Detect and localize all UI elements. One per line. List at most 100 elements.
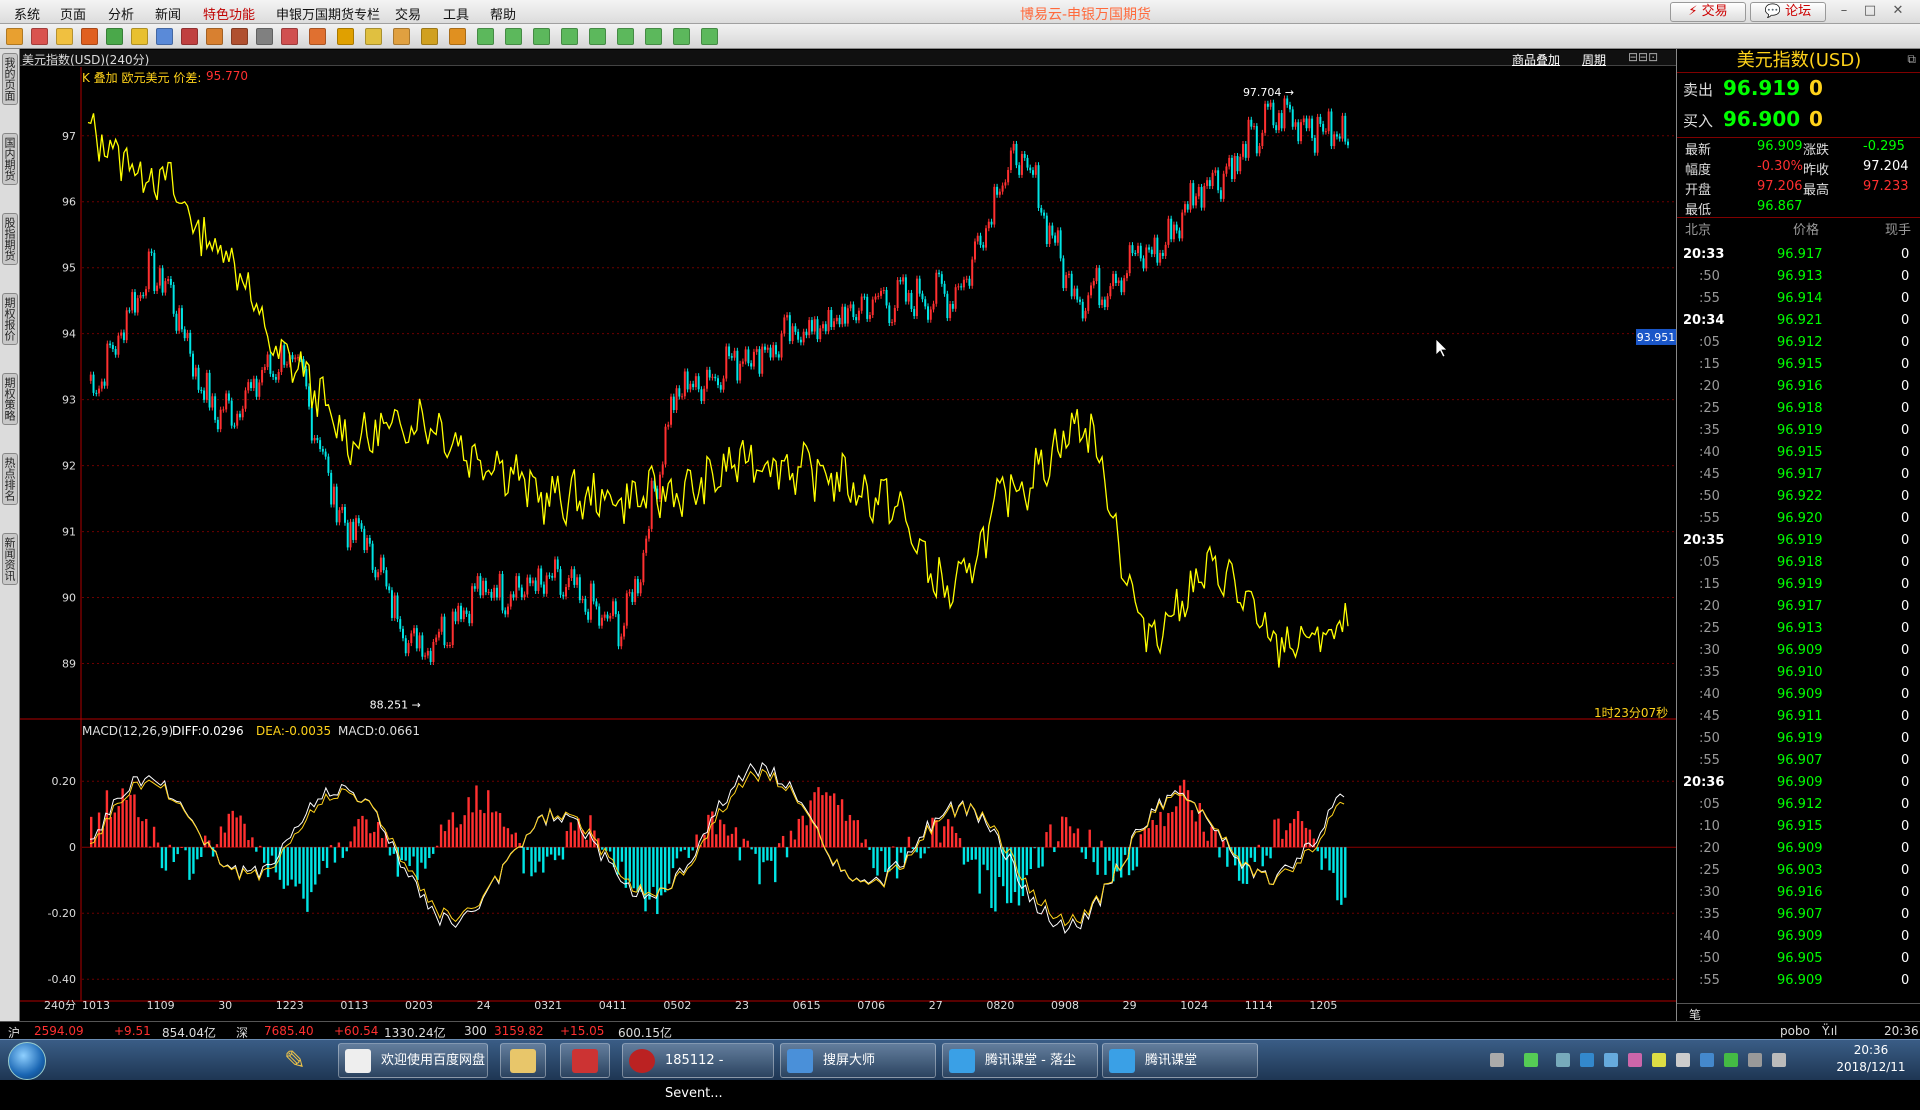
task-seventy[interactable]: 185112 - Sevent... <box>622 1043 774 1101</box>
tick-row[interactable]: :05 96.912 0 <box>1677 795 1920 817</box>
task-file-explorer[interactable] <box>500 1043 546 1078</box>
period-240-icon[interactable] <box>645 28 662 45</box>
year-icon[interactable] <box>701 28 718 45</box>
minimize-icon[interactable]: – <box>1834 3 1854 19</box>
refresh-icon[interactable] <box>106 28 123 45</box>
tick-row[interactable]: :50 96.919 0 <box>1677 729 1920 751</box>
tick-row[interactable]: :05 96.918 0 <box>1677 553 1920 575</box>
zoom-in-icon[interactable] <box>131 28 148 45</box>
period-60-icon[interactable] <box>617 28 634 45</box>
month-icon[interactable] <box>421 28 438 45</box>
maximize-icon[interactable]: □ <box>1860 3 1880 19</box>
menu-special[interactable]: 特色功能 <box>203 4 255 23</box>
tick-row[interactable]: :45 96.911 0 <box>1677 707 1920 729</box>
tray-app-icon[interactable] <box>1604 1053 1618 1067</box>
tray-app-icon[interactable] <box>1628 1053 1642 1067</box>
menu-analysis[interactable]: 分析 <box>108 4 134 23</box>
tick-row[interactable]: :40 96.915 0 <box>1677 443 1920 465</box>
task-baidu-netdisk[interactable]: 欢迎使用百度网盘 <box>338 1043 488 1078</box>
volume-icon[interactable] <box>1676 1053 1690 1067</box>
bookmark-icon[interactable] <box>81 28 98 45</box>
tick-row[interactable]: :05 96.912 0 <box>1677 333 1920 355</box>
day-icon[interactable] <box>365 28 382 45</box>
start-button[interactable] <box>8 1042 46 1080</box>
chart-icon[interactable] <box>309 28 326 45</box>
chart-area[interactable]: 美元指数(USD)(240分) 商品叠加 周期 ⊟⊟⊡ K 叠加 欧元美元 价差… <box>20 49 1676 1021</box>
tick-row[interactable]: :55 96.907 0 <box>1677 751 1920 773</box>
zoom-out-icon[interactable] <box>156 28 173 45</box>
quarter-icon[interactable] <box>449 28 466 45</box>
tick-row[interactable]: :20 96.916 0 <box>1677 377 1920 399</box>
tick-row[interactable]: :35 96.907 0 <box>1677 905 1920 927</box>
week-icon[interactable] <box>393 28 410 45</box>
side-tab-my-page[interactable]: 我的页面 <box>2 53 18 105</box>
tick-row[interactable]: 20:36 96.909 0 <box>1677 773 1920 795</box>
tick-row[interactable]: 20:33 96.917 0 <box>1677 245 1920 267</box>
tick-row[interactable]: :45 96.917 0 <box>1677 465 1920 487</box>
paint-icon[interactable] <box>231 28 248 45</box>
tray-app-icon[interactable] <box>1580 1053 1594 1067</box>
filter-icon[interactable] <box>256 28 273 45</box>
tick-row[interactable]: :35 96.919 0 <box>1677 421 1920 443</box>
forum-button[interactable]: 💬 论坛 <box>1750 2 1826 22</box>
battery-icon[interactable] <box>1524 1053 1538 1067</box>
tray-app-icon[interactable] <box>1652 1053 1666 1067</box>
period-1-icon[interactable] <box>477 28 494 45</box>
side-tab-news[interactable]: 新闻资讯 <box>2 533 18 585</box>
side-tab-option-quotes[interactable]: 期权报价 <box>2 293 18 345</box>
back-icon[interactable] <box>6 28 23 45</box>
side-tab-index-futures[interactable]: 股指期货 <box>2 213 18 265</box>
tick-row[interactable]: :30 96.916 0 <box>1677 883 1920 905</box>
tick-row[interactable]: :50 96.905 0 <box>1677 949 1920 971</box>
period-active-icon[interactable] <box>673 28 690 45</box>
table-icon[interactable] <box>281 28 298 45</box>
tick-row[interactable]: :20 96.917 0 <box>1677 597 1920 619</box>
tick-row[interactable]: :55 96.909 0 <box>1677 971 1920 993</box>
menu-trade[interactable]: 交易 <box>395 4 421 23</box>
home-icon[interactable] <box>31 28 48 45</box>
period-3-icon[interactable] <box>505 28 522 45</box>
open-icon[interactable] <box>56 28 73 45</box>
panel-restore-icon[interactable]: ⧉ <box>1907 52 1916 67</box>
menu-system[interactable]: 系统 <box>14 4 40 23</box>
menu-tools[interactable]: 工具 <box>443 4 469 23</box>
tick-row[interactable]: :15 96.915 0 <box>1677 355 1920 377</box>
task-tencent-class-2[interactable]: 腾讯课堂 <box>1102 1043 1258 1078</box>
trade-button[interactable]: ⚡ 交易 <box>1670 2 1746 22</box>
taskbar-clock[interactable]: 20:36 2018/12/11 <box>1826 1042 1916 1076</box>
tick-row[interactable]: :50 96.922 0 <box>1677 487 1920 509</box>
network-icon[interactable] <box>1724 1053 1738 1067</box>
tick-row[interactable]: :35 96.910 0 <box>1677 663 1920 685</box>
tick-row[interactable]: :50 96.913 0 <box>1677 267 1920 289</box>
tick-row[interactable]: 20:35 96.919 0 <box>1677 531 1920 553</box>
tick-row[interactable]: :40 96.909 0 <box>1677 685 1920 707</box>
close-icon[interactable]: ✕ <box>1888 3 1908 19</box>
period-15-icon[interactable] <box>561 28 578 45</box>
draw-icon[interactable] <box>206 28 223 45</box>
menu-page[interactable]: 页面 <box>60 4 86 23</box>
task-screen-master[interactable]: 搜屏大师 <box>780 1043 936 1078</box>
side-tab-domestic-futures[interactable]: 国内期货 <box>2 133 18 185</box>
tick-row[interactable]: :10 96.915 0 <box>1677 817 1920 839</box>
f10-icon[interactable] <box>337 28 354 45</box>
tick-row[interactable]: :20 96.909 0 <box>1677 839 1920 861</box>
tray-app-icon[interactable] <box>1556 1053 1570 1067</box>
tick-row[interactable]: 20:34 96.921 0 <box>1677 311 1920 333</box>
tick-row[interactable]: :25 96.918 0 <box>1677 399 1920 421</box>
menu-column[interactable]: 申银万国期货专栏 <box>276 4 380 23</box>
price-chart-svg[interactable]: 97 96 95 94 93 92 91 90 89 0.20 0 -0.20 -0.40 240分 101… <box>20 49 1676 1021</box>
tick-row[interactable]: :25 96.913 0 <box>1677 619 1920 641</box>
keyboard-icon[interactable] <box>1490 1053 1504 1067</box>
period-30-icon[interactable] <box>589 28 606 45</box>
task-tencent-class-1[interactable]: 腾讯课堂 - 落尘 <box>942 1043 1098 1078</box>
tick-row[interactable]: :55 96.920 0 <box>1677 509 1920 531</box>
menu-help[interactable]: 帮助 <box>490 4 516 23</box>
window-icon[interactable] <box>181 28 198 45</box>
side-tab-hot-ranking[interactable]: 热点排名 <box>2 453 18 505</box>
side-tab-option-strategy[interactable]: 期权策略 <box>2 373 18 425</box>
period-5-icon[interactable] <box>533 28 550 45</box>
pen-icon[interactable]: ✎ <box>284 1046 306 1076</box>
signal-icon[interactable] <box>1748 1053 1762 1067</box>
tick-row[interactable]: :25 96.903 0 <box>1677 861 1920 883</box>
speaker-icon[interactable] <box>1772 1053 1786 1067</box>
